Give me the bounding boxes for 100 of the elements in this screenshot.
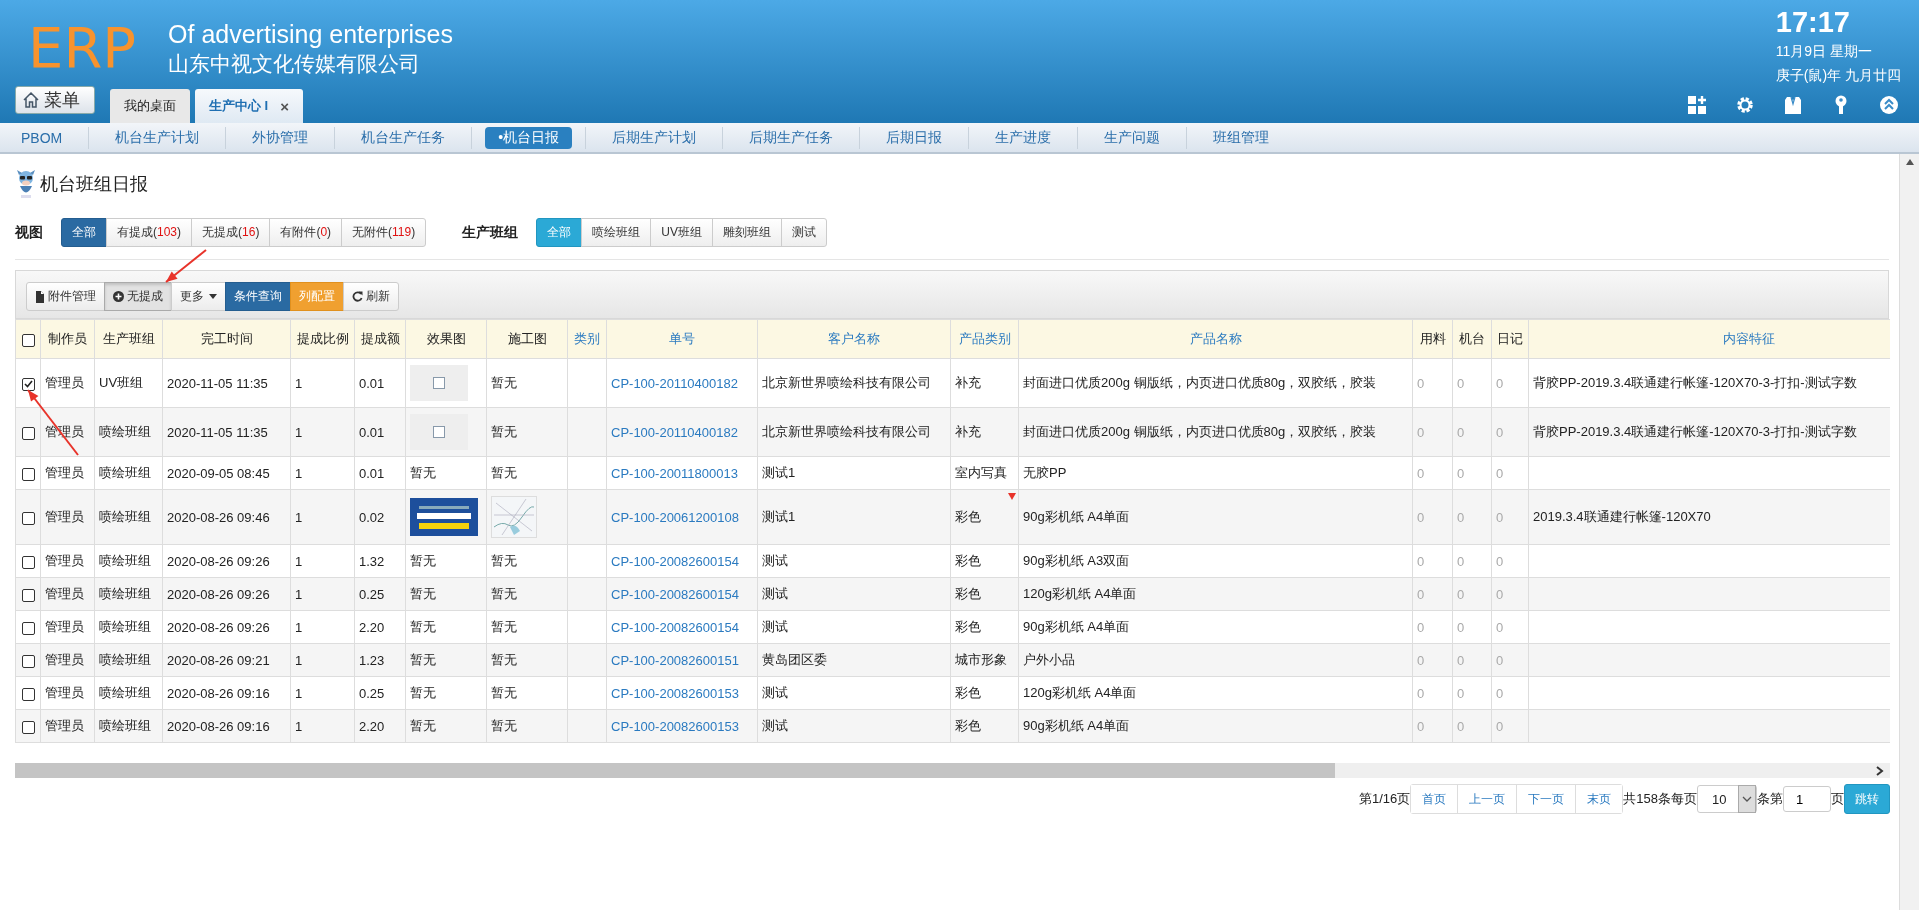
menu-button[interactable]: 菜单	[15, 86, 95, 114]
page-button[interactable]: 末页	[1575, 785, 1623, 813]
image-thumbnail[interactable]	[410, 365, 468, 401]
column-header[interactable]: 产品名称	[1189, 331, 1242, 346]
table-cell: 暂无	[491, 718, 517, 733]
table-cell: 1	[295, 509, 303, 525]
mascot-icon	[15, 169, 37, 199]
table-cell: 1	[295, 465, 303, 481]
page-label: 页	[1831, 790, 1844, 808]
column-header: 施工图	[507, 331, 547, 346]
checkbox[interactable]	[21, 687, 35, 701]
table-cell: 管理员	[45, 685, 84, 700]
module-menu-item[interactable]: 机台生产任务	[348, 126, 459, 149]
table-cell: 0.02	[359, 509, 385, 525]
table-cell: 1	[295, 619, 303, 635]
toolbar-button[interactable]: 更多	[171, 282, 226, 311]
table-cell: 暂无	[491, 619, 517, 634]
filter-button[interactable]: 无附件(119)	[341, 218, 427, 247]
collapse-icon[interactable]	[1879, 95, 1899, 115]
module-menu-item[interactable]: 后期日报	[873, 126, 956, 149]
filter-button[interactable]: UV班组	[650, 218, 713, 247]
close-tab-button[interactable]: ×	[280, 97, 289, 115]
checkbox[interactable]	[21, 426, 35, 440]
module-menu-item[interactable]: 机台生产计划	[102, 126, 213, 149]
table-cell: 0	[1457, 718, 1465, 734]
image-thumbnail[interactable]	[410, 414, 468, 450]
toolbar-button[interactable]: 条件查询	[225, 282, 291, 311]
checkbox[interactable]	[21, 654, 35, 668]
table-cell: 0	[1457, 553, 1465, 569]
module-menu-item[interactable]: 生产问题	[1091, 126, 1174, 149]
module-menu-item[interactable]: •机台日报	[485, 126, 573, 149]
toolbar-button[interactable]: 无提成	[104, 282, 172, 311]
column-header: 效果图	[426, 331, 466, 346]
table-cell: 2020-09-05 08:45	[167, 465, 270, 481]
table-cell: 管理员	[45, 465, 84, 480]
checkbox[interactable]	[21, 621, 35, 635]
table-cell: 北京新世界喷绘科技有限公司	[762, 375, 931, 390]
page-size-select[interactable]: 10	[1697, 785, 1757, 813]
checkbox[interactable]	[21, 467, 35, 481]
checkbox[interactable]	[21, 511, 35, 525]
toolbar-button[interactable]: 刷新	[343, 282, 399, 311]
filter-button[interactable]: 全部	[61, 218, 107, 247]
module-menu-item[interactable]: 生产进度	[982, 126, 1065, 149]
table-cell: 测试	[762, 586, 788, 601]
table-cell: 2020-11-05 11:35	[167, 375, 268, 391]
column-header[interactable]: 单号	[669, 331, 695, 346]
table-cell: 彩色	[955, 619, 981, 634]
table-cell: 90g彩机纸 A4单面	[1023, 619, 1130, 634]
horizontal-scrollbar[interactable]	[15, 763, 1890, 778]
table-cell: 0	[1496, 718, 1504, 734]
filter-button[interactable]: 雕刻班组	[711, 218, 782, 247]
checkbox[interactable]	[21, 377, 35, 391]
go-button[interactable]: 跳转	[1844, 784, 1890, 814]
page-title: 机台班组日报	[40, 173, 148, 196]
add-panel-icon[interactable]	[1687, 95, 1707, 115]
module-menu-item[interactable]: 外协管理	[239, 126, 322, 149]
filter-button[interactable]: 有附件(0)	[269, 218, 343, 247]
module-menu-item[interactable]: 班组管理	[1200, 126, 1283, 149]
column-header[interactable]: 客户名称	[828, 331, 880, 346]
settings-icon[interactable]	[1735, 95, 1755, 115]
table-cell: 管理员	[45, 586, 84, 601]
plus-circle-icon	[113, 291, 124, 302]
filter-button[interactable]: 有提成(103)	[106, 218, 193, 247]
column-header[interactable]: 内容特征	[1722, 331, 1775, 346]
table-cell: 0	[1496, 509, 1504, 525]
filter-button[interactable]: 喷绘班组	[581, 218, 652, 247]
app-title: Of advertising enterprises	[168, 19, 453, 50]
banner-thumbnail[interactable]	[410, 498, 478, 536]
checkbox[interactable]	[21, 555, 35, 569]
table-cell: 喷绘班组	[99, 718, 151, 733]
vertical-scrollbar[interactable]	[1899, 154, 1919, 910]
module-menu-item[interactable]: 后期生产任务	[736, 126, 847, 149]
table-cell: 管理员	[45, 652, 84, 667]
table-cell: 120g彩机纸 A4单面	[1023, 685, 1137, 700]
table-cell: 0	[1457, 375, 1465, 391]
checkbox[interactable]	[21, 588, 35, 602]
checkbox[interactable]	[21, 333, 35, 347]
map-thumbnail[interactable]	[491, 496, 537, 538]
table-cell: 2020-08-26 09:46	[167, 509, 270, 525]
filter-label: 视图	[15, 223, 43, 242]
table-cell: 暂无	[491, 465, 517, 480]
shirt-icon[interactable]	[1783, 95, 1803, 115]
filter-button[interactable]: 测试	[780, 218, 827, 247]
toolbar-button[interactable]: 附件管理	[26, 282, 105, 311]
check-icon	[23, 380, 33, 389]
table-cell: 彩色	[955, 685, 981, 700]
window-tab[interactable]: 生产中心 I ×	[195, 89, 303, 123]
page-number-input[interactable]: 1	[1783, 786, 1831, 812]
erp-logo: ERP	[28, 18, 137, 78]
module-menu-item[interactable]: 后期生产计划	[599, 126, 710, 149]
filter-button[interactable]: 无提成(16)	[191, 218, 271, 247]
checkbox[interactable]	[21, 720, 35, 734]
window-tab[interactable]: 我的桌面	[110, 89, 190, 123]
filter-button[interactable]: 全部	[536, 218, 583, 247]
table-cell: 暂无	[410, 619, 436, 634]
table-cell: 0	[1417, 424, 1425, 440]
module-menu-item[interactable]: PBOM	[8, 127, 76, 148]
table-cell: 背胶PP-2019.3.4联通建行帐篷-120X70-3-打扣-测试字数	[1533, 375, 1857, 390]
table-cell: 封面进口优质200g 铜版纸，内页进口优质80g，双胶纸，胶装	[1023, 375, 1377, 390]
table-cell: 0	[1417, 619, 1425, 635]
